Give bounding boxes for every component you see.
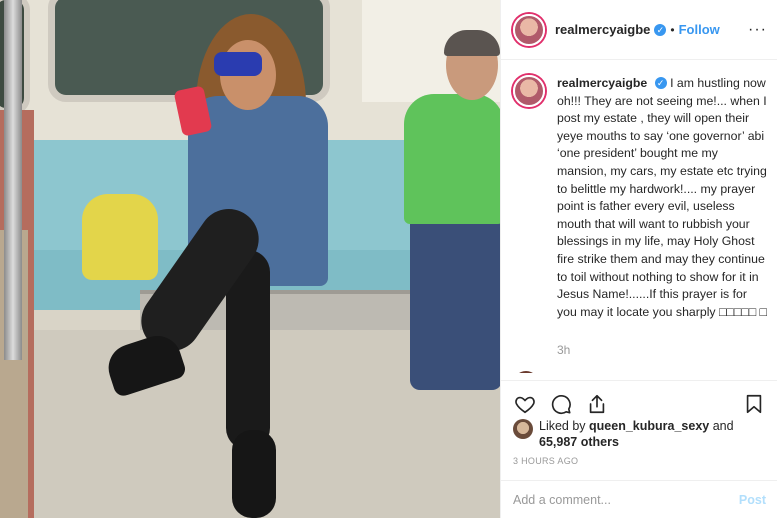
yellow-backpack — [82, 194, 158, 280]
man-jeans — [410, 210, 500, 390]
comment-item: iamyvonnejegede ✓ 😂😂😂□... — [513, 371, 768, 373]
more-options-icon[interactable]: ··· — [748, 21, 767, 39]
bookmark-icon[interactable] — [742, 392, 766, 416]
action-bar — [501, 380, 777, 418]
follow-button[interactable]: Follow — [679, 22, 720, 37]
heart-icon[interactable] — [513, 392, 537, 416]
caption-time: 3h — [557, 343, 571, 358]
likes-middle: and — [709, 419, 734, 433]
woman-sunglasses — [214, 52, 262, 76]
caption-avatar[interactable] — [513, 75, 545, 107]
liker-username[interactable]: queen_kubura_sexy — [589, 419, 709, 433]
post-button[interactable]: Post — [739, 493, 766, 507]
comment-input[interactable] — [513, 492, 739, 507]
woman-shoe-back — [232, 430, 276, 518]
post-container: realmercyaigbe ✓ • Follow ··· realmercya… — [0, 0, 777, 518]
likes-text: Liked by queen_kubura_sexy and 65,987 ot… — [539, 418, 754, 450]
verified-badge-icon: ✓ — [654, 23, 667, 36]
header-separator: • — [670, 22, 675, 37]
add-comment-bar: Post — [501, 480, 777, 518]
caption-text: I am hustling now oh!!! They are not see… — [557, 76, 767, 319]
post-header: realmercyaigbe ✓ • Follow ··· — [501, 0, 777, 60]
likes-count[interactable]: 65,987 others — [539, 435, 619, 449]
comment-avatar[interactable] — [513, 371, 539, 373]
header-avatar[interactable] — [513, 13, 545, 46]
comment-icon[interactable] — [549, 392, 573, 416]
liker-avatar[interactable] — [513, 419, 533, 439]
likes-summary: Liked by queen_kubura_sexy and 65,987 ot… — [513, 418, 754, 450]
verified-badge-icon: ✓ — [654, 77, 667, 89]
comments-section[interactable]: realmercyaigbe ✓ I am hustling now oh!!!… — [501, 61, 777, 373]
likes-prefix: Liked by — [539, 419, 590, 433]
post-photo[interactable] — [0, 0, 500, 518]
header-username[interactable]: realmercyaigbe — [555, 22, 650, 37]
man-green-shirt — [404, 94, 500, 224]
caption: realmercyaigbe ✓ I am hustling now oh!!!… — [513, 75, 768, 321]
post-date[interactable]: 3 HOURS AGO — [513, 456, 578, 466]
caption-username[interactable]: realmercyaigbe — [557, 76, 647, 90]
grab-pole — [4, 0, 22, 360]
caption-body: realmercyaigbe ✓ I am hustling now oh!!!… — [557, 75, 768, 321]
post-sidebar: realmercyaigbe ✓ • Follow ··· realmercya… — [500, 0, 777, 518]
share-icon[interactable] — [585, 392, 609, 416]
